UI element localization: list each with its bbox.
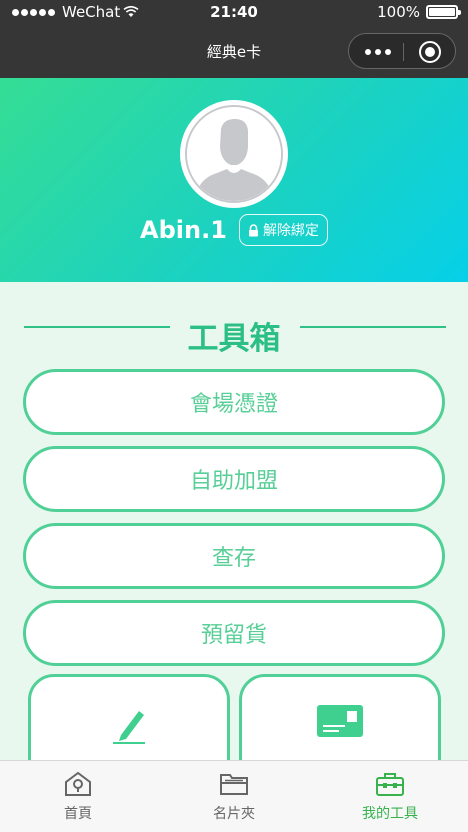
status-bar: WeChat 21:40 100% <box>0 0 468 24</box>
toolbox-title: 工具箱 <box>187 321 281 357</box>
tab-my-tools[interactable]: 我的工具 <box>312 771 468 823</box>
venue-pass-label: 會場憑證 <box>189 392 278 417</box>
tab-home[interactable]: 首頁 <box>0 771 156 823</box>
unbind-label: 解除綁定 <box>262 223 319 239</box>
card-icon <box>317 705 363 737</box>
check-stock-label: 查存 <box>211 546 256 571</box>
tab-home-label: 首頁 <box>64 806 92 822</box>
reserve-goods-label: 預留貨 <box>200 623 267 648</box>
self-join-label: 自助加盟 <box>189 469 278 494</box>
tab-my-tools-label: 我的工具 <box>362 806 418 822</box>
tab-cardholder[interactable]: 名片夾 <box>156 771 312 823</box>
home-icon <box>65 771 91 796</box>
venue-pass-button[interactable]: 會場憑證 <box>23 369 445 435</box>
lock-icon <box>248 223 258 236</box>
check-stock-button[interactable]: 查存 <box>23 523 445 589</box>
tab-bar: 首頁 名片夾 我的工具 <box>0 760 468 832</box>
status-right: 100% <box>377 3 461 21</box>
user-row: Abin.1 解除綁定 <box>0 214 468 246</box>
tab-cardholder-label: 名片夾 <box>213 806 255 822</box>
more-menu-icon[interactable] <box>365 49 391 55</box>
close-miniprogram-icon[interactable] <box>419 41 441 63</box>
heading-line-right <box>300 326 446 328</box>
nav-bar: 經典e卡 <box>0 24 468 78</box>
avatar-frame <box>185 105 283 203</box>
default-avatar-icon <box>187 107 281 201</box>
self-join-button[interactable]: 自助加盟 <box>23 446 445 512</box>
battery-icon <box>426 5 461 19</box>
capsule-divider <box>403 43 404 61</box>
battery-percent: 100% <box>377 3 420 21</box>
profile-header: Abin.1 解除綁定 <box>0 78 468 282</box>
toolbox-icon <box>376 773 404 796</box>
pen-icon <box>113 711 145 744</box>
folder-icon <box>220 774 248 795</box>
username: Abin.1 <box>140 216 227 244</box>
miniprogram-capsule <box>348 33 456 69</box>
avatar[interactable] <box>180 100 288 208</box>
reserve-goods-button[interactable]: 預留貨 <box>23 600 445 666</box>
toolbox-heading: 工具箱 <box>0 310 468 357</box>
unbind-button[interactable]: 解除綁定 <box>238 214 328 246</box>
